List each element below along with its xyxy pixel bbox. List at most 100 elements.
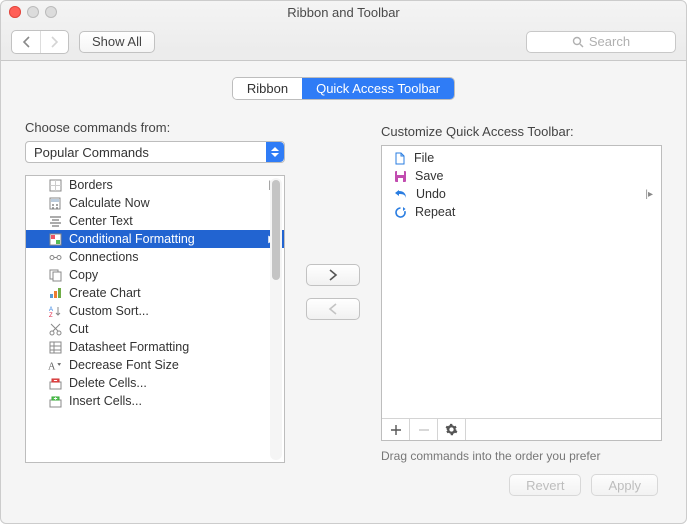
chart-icon: [48, 286, 62, 300]
list-item-label: Custom Sort...: [69, 304, 149, 318]
list-item-label: Create Chart: [69, 286, 141, 300]
conditional-formatting-icon: [48, 232, 62, 246]
list-item[interactable]: AZ Custom Sort...: [26, 302, 284, 320]
qat-item[interactable]: Undo |▸: [382, 185, 661, 203]
decrease-font-icon: A: [48, 358, 62, 372]
chevron-right-icon: [50, 36, 59, 48]
list-item[interactable]: Center Text: [26, 212, 284, 230]
list-item-label: Decrease Font Size: [69, 358, 179, 372]
tab-quick-access-toolbar[interactable]: Quick Access Toolbar: [302, 78, 454, 99]
qat-item[interactable]: Repeat: [382, 203, 661, 221]
file-icon: [394, 152, 406, 165]
list-item[interactable]: Conditional Formatting▶: [26, 230, 284, 248]
list-item-label: Copy: [69, 268, 98, 282]
back-button[interactable]: [12, 31, 40, 53]
list-item[interactable]: Borders|▸: [26, 176, 284, 194]
qat-item[interactable]: File: [382, 149, 661, 167]
titlebar: Ribbon and Toolbar: [1, 1, 686, 23]
list-item[interactable]: Datasheet Formatting: [26, 338, 284, 356]
chevron-right-icon: [328, 269, 338, 281]
window-title: Ribbon and Toolbar: [1, 5, 686, 20]
connections-icon: [48, 250, 62, 264]
list-item[interactable]: Cut: [26, 320, 284, 338]
sort-icon: AZ: [48, 304, 62, 318]
qat-listbox[interactable]: File Save Undo |▸ Repeat: [381, 145, 662, 441]
search-input[interactable]: Search: [526, 31, 676, 53]
select-stepper-icon: [266, 142, 284, 162]
undo-icon: [394, 188, 408, 200]
list-item-label: Cut: [69, 322, 88, 336]
customize-qat-label: Customize Quick Access Toolbar:: [381, 124, 662, 139]
tab-ribbon[interactable]: Ribbon: [233, 78, 302, 99]
list-item-label: Borders: [69, 178, 113, 192]
qat-item-label: Save: [415, 169, 444, 183]
minus-icon: [418, 424, 430, 436]
qat-item[interactable]: Save: [382, 167, 661, 185]
list-item[interactable]: Delete Cells...: [26, 374, 284, 392]
chevron-left-icon: [328, 303, 338, 315]
commands-category-select[interactable]: Popular Commands: [25, 141, 285, 163]
list-item-label: Datasheet Formatting: [69, 340, 189, 354]
forward-button[interactable]: [40, 31, 68, 53]
scrollbar[interactable]: [270, 178, 282, 460]
repeat-icon: [394, 206, 407, 219]
datasheet-icon: [48, 340, 62, 354]
copy-icon: [48, 268, 62, 282]
transfer-buttons: [285, 120, 381, 463]
chevron-left-icon: [22, 36, 31, 48]
qat-item-label: Undo: [416, 187, 446, 201]
qat-list-inner: File Save Undo |▸ Repeat: [382, 146, 661, 418]
list-item-label: Conditional Formatting: [69, 232, 195, 246]
preferences-window: Ribbon and Toolbar Show All Search Ribbo…: [0, 0, 687, 524]
delete-cells-icon: [48, 376, 62, 390]
choose-commands-label: Choose commands from:: [25, 120, 285, 135]
show-all-button[interactable]: Show All: [79, 31, 155, 53]
scissors-icon: [48, 322, 62, 336]
list-item-label: Delete Cells...: [69, 376, 147, 390]
qat-hint: Drag commands into the order you prefer: [381, 449, 662, 463]
save-icon: [394, 170, 407, 183]
qat-add-button[interactable]: [382, 419, 410, 440]
list-item[interactable]: Insert Cells...: [26, 392, 284, 410]
qat-item-label: Repeat: [415, 205, 455, 219]
svg-text:Z: Z: [49, 313, 53, 318]
commands-listbox[interactable]: Borders|▸Calculate Now Center Text Conditi…: [25, 175, 285, 463]
qat-remove-button[interactable]: [410, 419, 438, 440]
revert-button[interactable]: Revert: [509, 474, 581, 496]
gear-icon: [445, 423, 458, 436]
search-placeholder: Search: [589, 34, 630, 49]
remove-command-button[interactable]: [306, 298, 360, 320]
list-item-label: Connections: [69, 250, 139, 264]
insert-cells-icon: [48, 394, 62, 408]
svg-text:A: A: [48, 362, 56, 371]
tab-segment: Ribbon Quick Access Toolbar: [232, 77, 455, 100]
plus-icon: [390, 424, 402, 436]
nav-group: [11, 30, 69, 54]
qat-item-label: File: [414, 151, 434, 165]
apply-button[interactable]: Apply: [591, 474, 658, 496]
search-icon: [572, 36, 584, 48]
qat-footer: [382, 418, 661, 440]
borders-icon: [48, 178, 62, 192]
qat-settings-button[interactable]: [438, 419, 466, 440]
toolbar: Show All Search: [1, 23, 686, 61]
list-item-label: Insert Cells...: [69, 394, 142, 408]
list-item[interactable]: A Decrease Font Size: [26, 356, 284, 374]
submenu-indicator-icon: |▸: [645, 189, 653, 200]
list-item[interactable]: Calculate Now: [26, 194, 284, 212]
list-item-label: Center Text: [69, 214, 133, 228]
center-text-icon: [48, 214, 62, 228]
footer-buttons: Revert Apply: [25, 463, 662, 507]
add-command-button[interactable]: [306, 264, 360, 286]
list-item[interactable]: Connections: [26, 248, 284, 266]
commands-list-inner: Borders|▸Calculate Now Center Text Conditi…: [26, 176, 284, 462]
show-all-label: Show All: [92, 34, 142, 49]
scrollbar-thumb[interactable]: [272, 180, 280, 280]
list-item[interactable]: Create Chart: [26, 284, 284, 302]
content-area: Ribbon Quick Access Toolbar Choose comma…: [1, 61, 686, 523]
calculator-icon: [48, 196, 62, 210]
list-item[interactable]: Copy: [26, 266, 284, 284]
commands-category-value: Popular Commands: [34, 145, 149, 160]
main-row: Choose commands from: Popular Commands B…: [25, 120, 662, 463]
qat-column: Customize Quick Access Toolbar: File Save…: [381, 120, 662, 463]
